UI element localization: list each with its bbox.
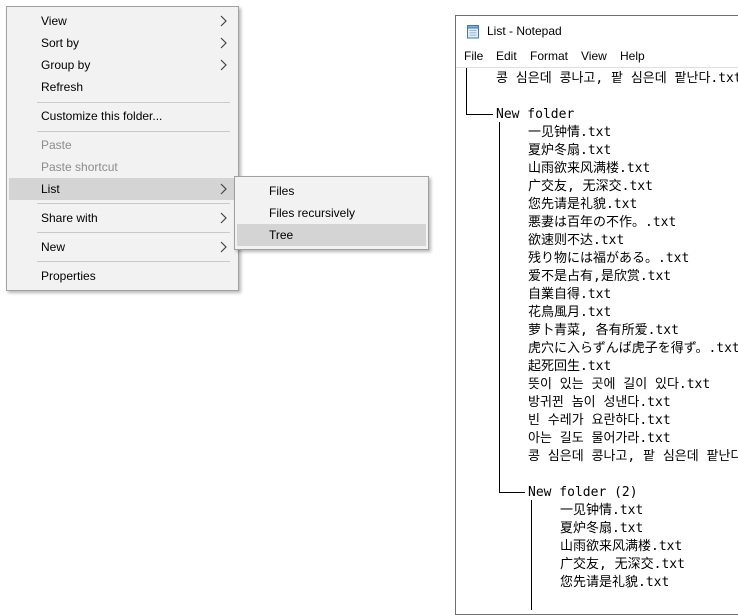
menu-bar: File Edit Format View Help bbox=[456, 47, 738, 67]
text-line: 山雨欲来风满楼.txt bbox=[528, 161, 651, 176]
menu-item-group-by[interactable]: Group by bbox=[9, 54, 236, 76]
menu-item-label: Customize this folder... bbox=[41, 109, 163, 123]
submenu-item-label: Files recursively bbox=[269, 206, 356, 220]
text-line: New folder (2) bbox=[528, 485, 638, 500]
text-line: 萝卜青菜, 各有所爱.txt bbox=[528, 323, 679, 338]
context-menu: View Sort by Group by Refresh Customize … bbox=[6, 6, 239, 291]
menu-item-share-with[interactable]: Share with bbox=[9, 207, 236, 229]
notepad-icon bbox=[467, 25, 479, 39]
chevron-right-icon bbox=[220, 59, 227, 71]
menu-item-label: Share with bbox=[41, 211, 98, 225]
text-line: 虎穴に入らずんば虎子を得ず。.txt bbox=[528, 341, 738, 356]
menu-item-list[interactable]: List bbox=[9, 178, 236, 200]
menu-item-new[interactable]: New bbox=[9, 236, 236, 258]
text-line: 欲速则不达.txt bbox=[528, 233, 625, 248]
menu-separator bbox=[37, 261, 230, 262]
menu-item-label: Sort by bbox=[41, 36, 80, 50]
text-line: 起死回生.txt bbox=[528, 359, 612, 374]
tree-connector bbox=[499, 492, 525, 493]
text-line: 花鳥風月.txt bbox=[528, 305, 612, 320]
menu-item-view[interactable]: View bbox=[9, 10, 236, 32]
menu-item-sort-by[interactable]: Sort by bbox=[9, 32, 236, 54]
tree-connector bbox=[531, 500, 532, 610]
chevron-right-icon bbox=[220, 37, 227, 49]
chevron-right-icon bbox=[220, 183, 227, 195]
text-line: 콩 심은데 콩나고, 팥 심은데 팥난다.txt bbox=[496, 71, 738, 86]
text-line: 爱不是占有,是欣赏.txt bbox=[528, 269, 672, 284]
menu-item-customize-folder[interactable]: Customize this folder... bbox=[9, 105, 236, 127]
text-line: 您先请是礼貌.txt bbox=[528, 197, 638, 212]
submenu-item-label: Tree bbox=[269, 228, 294, 242]
submenu-item-label: Files bbox=[269, 184, 295, 198]
text-line: 방귀뀐 놈이 성낸다.txt bbox=[528, 395, 671, 410]
text-editor[interactable]: 콩 심은데 콩나고, 팥 심은데 팥난다.txt New folder 一见钟情… bbox=[456, 67, 738, 614]
menu-view[interactable]: View bbox=[581, 49, 607, 63]
menu-separator bbox=[37, 131, 230, 132]
text-line: 夏炉冬扇.txt bbox=[528, 143, 612, 158]
menu-item-label: Refresh bbox=[41, 80, 84, 94]
menu-item-paste-shortcut[interactable]: Paste shortcut bbox=[9, 156, 236, 178]
text-line: 悪妻は百年の不作。.txt bbox=[528, 215, 677, 230]
menu-item-refresh[interactable]: Refresh bbox=[9, 76, 236, 98]
tree-connector bbox=[466, 68, 467, 115]
menu-format[interactable]: Format bbox=[530, 49, 568, 63]
menu-help[interactable]: Help bbox=[620, 49, 645, 63]
text-line: 아는 길도 물어가라.txt bbox=[528, 431, 671, 446]
submenu-item-files[interactable]: Files bbox=[237, 180, 426, 202]
text-line: 山雨欲来风满楼.txt bbox=[560, 539, 683, 554]
chevron-right-icon bbox=[220, 212, 227, 224]
text-line: 广交友, 无深交.txt bbox=[560, 557, 685, 572]
submenu-item-tree[interactable]: Tree bbox=[237, 224, 426, 246]
menu-item-label: Paste shortcut bbox=[41, 160, 118, 174]
menu-file[interactable]: File bbox=[464, 49, 483, 63]
window-title: List - Notepad bbox=[487, 24, 562, 38]
text-line: 您先请是礼貌.txt bbox=[560, 575, 670, 590]
menu-separator bbox=[37, 232, 230, 233]
text-line: 残り物には福がある。.txt bbox=[528, 251, 690, 266]
tree-connector bbox=[466, 114, 493, 115]
menu-item-paste[interactable]: Paste bbox=[9, 134, 236, 156]
text-line: 빈 수레가 요란하다.txt bbox=[528, 413, 671, 428]
text-line: 自業自得.txt bbox=[528, 287, 612, 302]
menu-edit[interactable]: Edit bbox=[496, 49, 517, 63]
text-line: 广交友, 无深交.txt bbox=[528, 179, 653, 194]
menu-item-label: New bbox=[41, 240, 66, 254]
chevron-right-icon bbox=[220, 241, 227, 253]
submenu-item-files-recursively[interactable]: Files recursively bbox=[237, 202, 426, 224]
menu-item-label: Paste bbox=[41, 138, 72, 152]
tree-connector bbox=[499, 122, 500, 493]
menu-item-label: List bbox=[41, 182, 60, 196]
text-line: 뜻이 있는 곳에 길이 있다.txt bbox=[528, 377, 711, 392]
text-line: 콩 심은데 콩나고, 팥 심은데 팥난다. bbox=[528, 449, 738, 464]
text-line: 一见钟情.txt bbox=[528, 125, 612, 140]
menu-item-label: Properties bbox=[41, 269, 96, 283]
chevron-right-icon bbox=[220, 15, 227, 27]
menu-separator bbox=[37, 102, 230, 103]
list-submenu: Files Files recursively Tree bbox=[234, 176, 429, 250]
menu-item-properties[interactable]: Properties bbox=[9, 265, 236, 287]
text-line: 一见钟情.txt bbox=[560, 503, 644, 518]
text-line: 夏炉冬扇.txt bbox=[560, 521, 644, 536]
title-bar[interactable]: List - Notepad bbox=[456, 16, 738, 47]
menu-item-label: Group by bbox=[41, 58, 91, 72]
menu-separator bbox=[37, 203, 230, 204]
text-line: New folder bbox=[496, 107, 575, 122]
menu-item-label: View bbox=[41, 14, 67, 28]
notepad-window: List - Notepad File Edit Format View Hel… bbox=[455, 15, 738, 615]
